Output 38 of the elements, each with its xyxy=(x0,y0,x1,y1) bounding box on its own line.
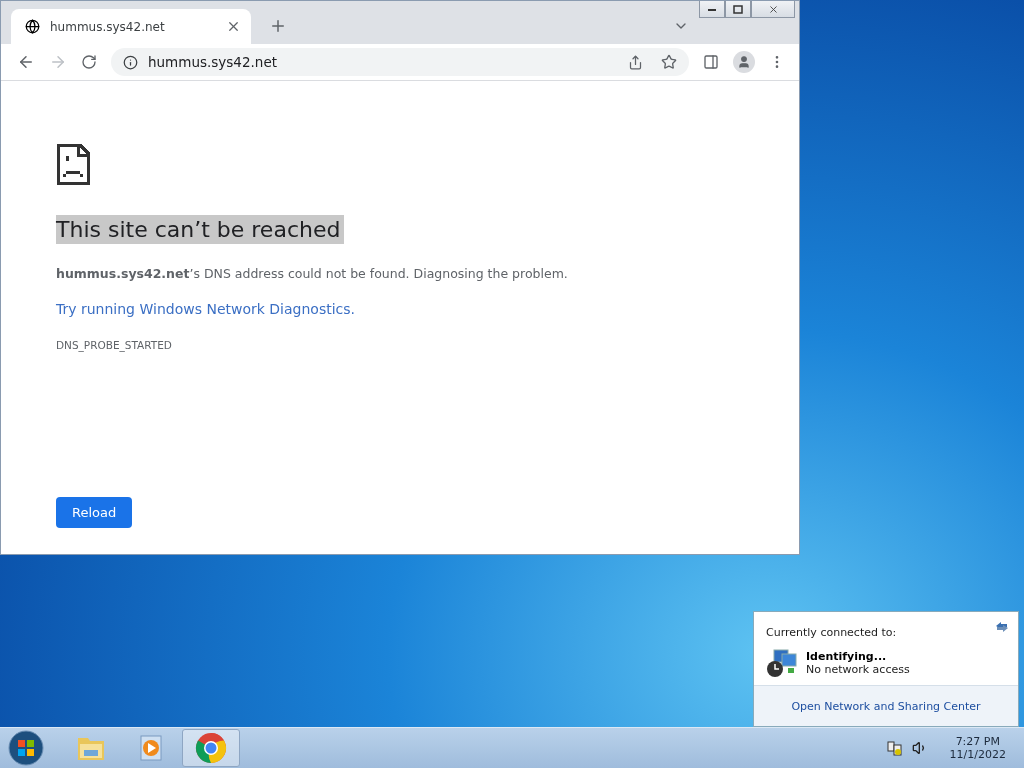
share-button[interactable] xyxy=(628,54,643,70)
tab-title: hummus.sys42.net xyxy=(50,19,166,34)
error-message: hummus.sys42.net’s DNS address could not be found. Diagnosing the problem. xyxy=(56,266,568,281)
network-status: No network access xyxy=(806,663,910,676)
network-name: Identifying... xyxy=(806,650,888,663)
new-tab-button[interactable] xyxy=(269,17,287,35)
minimize-button[interactable] xyxy=(699,1,725,18)
refresh-arrows-icon[interactable] xyxy=(994,620,1010,634)
reload-button[interactable]: Reload xyxy=(56,497,133,528)
diagnostics-link[interactable]: Try running Windows Network Diagnostics. xyxy=(56,301,355,317)
media-player-icon xyxy=(137,734,165,762)
start-button[interactable] xyxy=(6,729,46,767)
close-window-button[interactable] xyxy=(751,1,795,18)
browser-tab[interactable]: hummus.sys42.net xyxy=(11,9,251,44)
close-tab-button[interactable] xyxy=(226,19,241,34)
chrome-icon xyxy=(195,732,227,764)
clock-date[interactable]: 11/1/2022 xyxy=(949,748,1006,761)
profile-button[interactable] xyxy=(733,51,755,73)
info-icon xyxy=(123,54,138,70)
globe-icon xyxy=(25,19,40,34)
maximize-icon xyxy=(733,4,743,14)
back-button[interactable] xyxy=(17,53,35,71)
address-bar[interactable]: hummus.sys42.net xyxy=(111,48,689,76)
sad-page-icon xyxy=(56,143,90,185)
side-panel-button[interactable] xyxy=(703,54,719,70)
network-tray-icon[interactable] xyxy=(885,739,904,757)
taskbar-app-button[interactable] xyxy=(182,729,240,767)
network-computers-icon xyxy=(766,648,798,678)
clock-time[interactable]: 7:27 PM xyxy=(955,735,1000,748)
close-icon xyxy=(767,3,779,15)
maximize-button[interactable] xyxy=(725,1,751,18)
person-icon xyxy=(737,55,751,69)
bookmark-star-button[interactable] xyxy=(661,54,677,70)
error-code: DNS_PROBE_STARTED xyxy=(56,339,172,351)
error-heading: This site can’t be reached xyxy=(56,215,345,244)
minimize-icon xyxy=(707,6,717,12)
popup-heading: Currently connected to: xyxy=(766,626,897,639)
reload-icon-button[interactable] xyxy=(81,54,97,70)
